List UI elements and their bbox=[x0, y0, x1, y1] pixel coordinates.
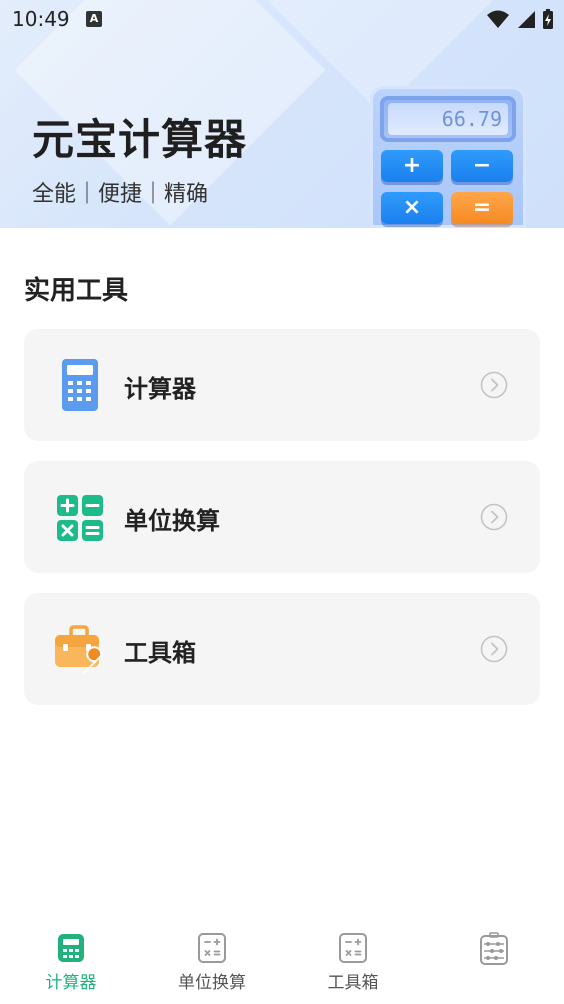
tool-card-toolbox[interactable]: 工具箱 bbox=[24, 593, 540, 705]
status-icons bbox=[486, 8, 554, 30]
tool-card-unit-conversion[interactable]: 单位换算 bbox=[24, 461, 540, 573]
notification-icon: A bbox=[86, 11, 102, 27]
nav-item-calculator[interactable]: 计算器 bbox=[11, 932, 131, 993]
equals-key: = bbox=[451, 192, 513, 224]
status-bar: 10:49 A bbox=[0, 0, 564, 40]
nav-label: 工具箱 bbox=[327, 973, 379, 993]
nav-label: 计算器 bbox=[45, 973, 97, 993]
card-label: 单位换算 bbox=[124, 507, 220, 535]
minus-key: − bbox=[451, 150, 513, 182]
app-header: 10:49 A 元宝计算器 全能｜便捷｜精确 66.79 + − × = bbox=[0, 0, 564, 228]
app-title: 元宝计算器 bbox=[32, 115, 248, 164]
plus-key: + bbox=[381, 150, 443, 182]
tool-card-calculator[interactable]: 计算器 bbox=[24, 329, 540, 441]
calculator-display-value: 66.79 bbox=[388, 103, 508, 135]
multiply-key: × bbox=[381, 192, 443, 224]
calculator-display: 66.79 bbox=[380, 96, 516, 142]
section-title: 实用工具 bbox=[24, 276, 129, 306]
wifi-icon bbox=[487, 10, 509, 28]
battery-icon bbox=[543, 9, 553, 29]
nav-item-unit-conversion[interactable]: 单位换算 bbox=[152, 932, 272, 993]
toolbox-icon bbox=[55, 625, 103, 674]
card-label: 计算器 bbox=[124, 375, 196, 403]
calculator-icon bbox=[58, 934, 84, 962]
bottom-navigation: 计算器 单位换算 工具箱 bbox=[0, 922, 564, 1004]
app-slogan: 全能｜便捷｜精确 bbox=[32, 182, 209, 207]
chevron-right-icon[interactable] bbox=[480, 503, 508, 531]
status-time: 10:49 bbox=[12, 7, 70, 31]
nav-item-abacus[interactable] bbox=[434, 932, 554, 970]
unit-convert-icon bbox=[57, 495, 103, 541]
calculator-illustration: 66.79 + − × = bbox=[370, 86, 526, 228]
nav-item-toolbox[interactable]: 工具箱 bbox=[293, 932, 413, 993]
chevron-right-icon[interactable] bbox=[480, 371, 508, 399]
calculator-icon bbox=[62, 359, 98, 411]
signal-icon bbox=[518, 11, 535, 28]
unit-convert-icon bbox=[198, 933, 226, 963]
nav-label: 单位换算 bbox=[178, 973, 246, 993]
chevron-right-icon[interactable] bbox=[480, 635, 508, 663]
toolbox-icon bbox=[339, 933, 367, 963]
abacus-icon bbox=[480, 932, 508, 965]
card-label: 工具箱 bbox=[124, 639, 196, 667]
